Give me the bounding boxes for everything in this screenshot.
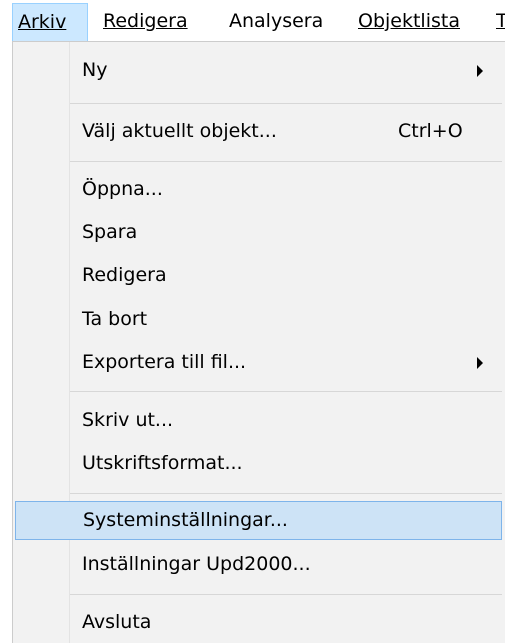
menu-item-oppna-label: Öppna... (82, 178, 163, 200)
menu-item-utskriftsformat[interactable]: Utskriftsformat... (15, 444, 502, 483)
menu-item-ny[interactable]: Ny (15, 51, 502, 90)
menu-item-avsluta-label: Avsluta (82, 611, 152, 633)
menu-separator (70, 103, 502, 104)
menu-item-skriv-ut-label: Skriv ut... (82, 409, 174, 431)
menu-item-ny-label: Ny (82, 59, 108, 81)
menu-arkiv-label: Arkiv (18, 11, 67, 33)
menu-item-exportera-till-fil[interactable]: Exportera till fil... (15, 343, 502, 382)
menu-item-skriv-ut[interactable]: Skriv ut... (15, 401, 502, 440)
submenu-arrow-icon (477, 357, 483, 369)
menu-arkiv[interactable]: Arkiv (12, 3, 88, 41)
menu-item-exportera-till-fil-label: Exportera till fil... (82, 351, 247, 373)
menu-item-spara[interactable]: Spara (15, 213, 502, 252)
menu-item-oppna[interactable]: Öppna... (15, 170, 502, 209)
menu-analysera-label: Analysera (229, 10, 324, 32)
menu-separator (70, 493, 502, 494)
menu-item-ta-bort-label: Ta bort (82, 308, 148, 330)
menu-separator (70, 594, 502, 595)
submenu-arrow-icon (477, 65, 483, 77)
arkiv-dropdown-menu: Ny Välj aktuellt objekt... Ctrl+O Öppna.… (12, 41, 505, 643)
menu-bar: Arkiv Redigera Analysera Objektlista T (0, 0, 505, 41)
menu-next-truncated[interactable]: T (496, 3, 505, 41)
menu-redigera[interactable]: Redigera (103, 3, 188, 41)
menu-item-redigera[interactable]: Redigera (15, 256, 502, 295)
menu-item-valj-aktuellt-objekt-label: Välj aktuellt objekt... (82, 120, 277, 142)
menu-next-truncated-label: T (496, 10, 505, 32)
menu-redigera-label: Redigera (103, 10, 188, 32)
menu-item-utskriftsformat-label: Utskriftsformat... (82, 452, 243, 474)
menu-objektlista-label: Objektlista (358, 10, 460, 32)
menu-objektlista[interactable]: Objektlista (358, 3, 460, 41)
menu-item-redigera-label: Redigera (82, 264, 167, 286)
menu-item-valj-aktuellt-objekt[interactable]: Välj aktuellt objekt... Ctrl+O (15, 112, 502, 151)
menu-item-installningar-upd2000[interactable]: Inställningar Upd2000... (15, 545, 502, 584)
menu-item-avsluta[interactable]: Avsluta (15, 603, 502, 642)
menu-separator (70, 391, 502, 392)
menu-item-systeminstallningar[interactable]: Systeminställningar... (15, 501, 502, 540)
menu-item-systeminstallningar-label: Systeminställningar... (83, 509, 288, 531)
menu-analysera[interactable]: Analysera (229, 3, 323, 41)
menu-item-ta-bort[interactable]: Ta bort (15, 300, 502, 339)
menu-separator (70, 161, 502, 162)
menu-item-valj-aktuellt-objekt-shortcut: Ctrl+O (398, 120, 463, 142)
menu-item-installningar-upd2000-label: Inställningar Upd2000... (82, 553, 311, 575)
menu-item-spara-label: Spara (82, 221, 138, 243)
